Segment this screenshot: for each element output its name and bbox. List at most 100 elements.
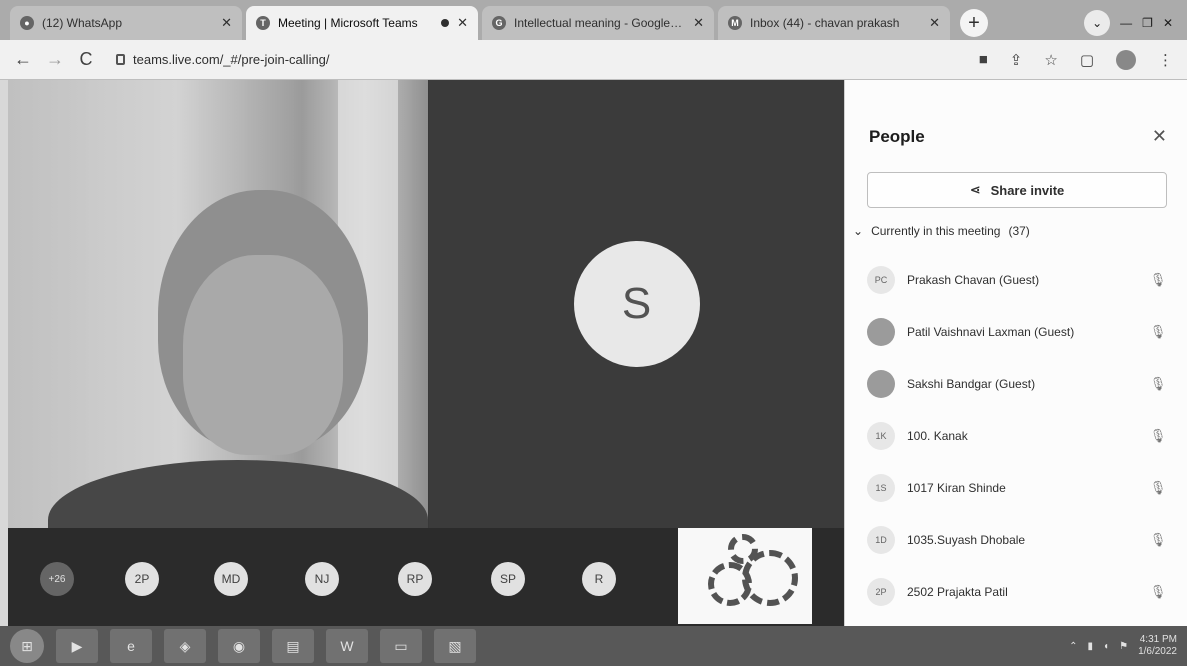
address-bar[interactable]: teams.live.com/_#/pre-join-calling/ xyxy=(110,45,963,74)
security-shield-icon[interactable]: ◈ xyxy=(164,629,206,663)
participant-avatar: 1K xyxy=(867,422,895,450)
chrome-icon[interactable]: ◉ xyxy=(218,629,260,663)
tab-whatsapp[interactable]: ● (12) WhatsApp ✕ xyxy=(10,6,242,40)
participant-name: Prakash Chavan (Guest) xyxy=(907,273,1040,287)
share-invite-button[interactable]: ⋖ Share invite xyxy=(867,172,1167,208)
participant-list: PC Prakash Chavan (Guest) 🎙︎ Patil Vaish… xyxy=(867,254,1167,618)
media-player-icon[interactable]: ▶ xyxy=(56,629,98,663)
participant-name: 100. Kanak xyxy=(907,429,968,443)
window-controls: ⌄ — ❐ ✕ xyxy=(1084,6,1187,40)
participant-avatar: 1D xyxy=(867,526,895,554)
system-tray: ⌃ ▮ ◖ ⚑ 4:31 PM 1/6/2022 xyxy=(1069,634,1187,658)
folder-icon[interactable]: ▭ xyxy=(380,629,422,663)
lock-icon xyxy=(116,54,125,65)
close-tab-icon[interactable]: ✕ xyxy=(693,15,704,31)
taskbar-clock[interactable]: 4:31 PM 1/6/2022 xyxy=(1138,634,1177,658)
more-participants-button[interactable]: +26 xyxy=(40,562,74,596)
participant-row[interactable]: Sakshi Bandgar (Guest) 🎙︎ xyxy=(867,358,1167,410)
participant-avatar xyxy=(867,318,895,346)
mic-muted-icon: 🎙︎ xyxy=(1149,272,1167,287)
participant-row[interactable]: 1K 100. Kanak 🎙︎ xyxy=(867,410,1167,462)
flag-icon[interactable]: ⚑ xyxy=(1119,641,1128,652)
close-tab-icon[interactable]: ✕ xyxy=(457,15,468,31)
participant-avatar-small[interactable]: SP xyxy=(491,562,525,596)
gear-graphic xyxy=(728,534,758,564)
participant-row[interactable]: 2P 2502 Prajakta Patil 🎙︎ xyxy=(867,566,1167,618)
tab-google-search[interactable]: G Intellectual meaning - Google Search ✕ xyxy=(482,6,714,40)
section-header-in-meeting[interactable]: ⌄ Currently in this meeting (37) xyxy=(853,224,1030,238)
forward-icon[interactable]: → xyxy=(46,49,64,70)
participants-strip: +26 2P MD NJ RP SP R xyxy=(8,528,844,626)
bookmark-star-icon[interactable]: ☆ xyxy=(1044,51,1057,69)
maximize-icon[interactable]: ❐ xyxy=(1142,16,1153,30)
reload-icon[interactable]: C xyxy=(78,49,94,70)
file-explorer-icon[interactable]: ▤ xyxy=(272,629,314,663)
participant-count: (37) xyxy=(1008,224,1030,238)
tab-title: Meeting | Microsoft Teams xyxy=(278,16,418,30)
menu-kebab-icon[interactable]: ⋮ xyxy=(1158,51,1173,69)
mic-muted-icon: 🎙︎ xyxy=(1149,532,1167,547)
clock-date: 1/6/2022 xyxy=(1138,646,1177,657)
mic-muted-icon: 🎙︎ xyxy=(1149,584,1167,599)
tab-title: Intellectual meaning - Google Search xyxy=(514,16,685,30)
toolbar-icons: ■ ⇪ ☆ ▢ ⋮ xyxy=(979,49,1173,70)
word-icon[interactable]: W xyxy=(326,629,368,663)
google-icon: G xyxy=(492,16,506,30)
shared-content-thumbnail[interactable] xyxy=(678,528,812,624)
minimize-icon[interactable]: — xyxy=(1120,16,1132,30)
whatsapp-icon: ● xyxy=(20,16,34,30)
share-invite-label: Share invite xyxy=(990,182,1065,198)
participant-name: 2502 Prajakta Patil xyxy=(907,585,1008,599)
participant-name: 1035.Suyash Dhobale xyxy=(907,533,1026,547)
teams-icon: T xyxy=(256,16,270,30)
participant-avatar-small[interactable]: R xyxy=(582,562,616,596)
mic-muted-icon: 🎙︎ xyxy=(1149,376,1167,391)
mic-muted-icon: 🎙︎ xyxy=(1149,428,1167,443)
sidebar-icon[interactable]: ▢ xyxy=(1080,51,1094,69)
participant-name: Patil Vaishnavi Laxman (Guest) xyxy=(907,325,1075,339)
participant-avatar: 1S xyxy=(867,474,895,502)
participant-avatar-small[interactable]: 2P xyxy=(125,562,159,596)
mic-muted-icon: 🎙︎ xyxy=(1149,480,1167,495)
tab-teams-meeting[interactable]: T Meeting | Microsoft Teams ✕ xyxy=(246,6,478,40)
participant-video-feed[interactable] xyxy=(8,80,428,528)
participant-avatar: PC xyxy=(867,266,895,294)
participant-name: Sakshi Bandgar (Guest) xyxy=(907,377,1036,391)
video-person-face xyxy=(183,255,343,455)
participant-avatar-small[interactable]: RP xyxy=(398,562,432,596)
close-tab-icon[interactable]: ✕ xyxy=(929,15,940,31)
people-panel-title: People xyxy=(869,126,925,146)
camera-permission-icon[interactable]: ■ xyxy=(979,51,988,68)
participant-row[interactable]: 1D 1035.Suyash Dhobale 🎙︎ xyxy=(867,514,1167,566)
section-label: Currently in this meeting xyxy=(871,224,1001,238)
share-icon[interactable]: ⇪ xyxy=(1010,51,1023,69)
mic-muted-icon: 🎙︎ xyxy=(1149,324,1167,339)
network-icon[interactable]: ▮ xyxy=(1088,641,1094,652)
profile-avatar[interactable] xyxy=(1116,49,1136,70)
close-window-icon[interactable]: ✕ xyxy=(1163,16,1173,30)
participant-avatar: 2P xyxy=(867,578,895,606)
people-panel-header: People ✕ xyxy=(869,126,1167,147)
close-tab-icon[interactable]: ✕ xyxy=(221,15,232,31)
participant-avatar-small[interactable]: MD xyxy=(214,562,248,596)
tray-arrow-icon[interactable]: ⌃ xyxy=(1069,641,1077,652)
participant-tile[interactable]: S xyxy=(429,80,844,528)
participant-row[interactable]: PC Prakash Chavan (Guest) 🎙︎ xyxy=(867,254,1167,306)
recording-indicator-icon xyxy=(441,19,450,27)
close-icon[interactable]: ✕ xyxy=(1152,126,1167,147)
back-icon[interactable]: ← xyxy=(14,49,32,70)
participant-avatar: S xyxy=(573,241,700,367)
internet-explorer-icon[interactable]: e xyxy=(110,629,152,663)
tab-gmail[interactable]: M Inbox (44) - chavan prakash ✕ xyxy=(718,6,950,40)
new-tab-button[interactable]: + xyxy=(960,9,988,37)
participant-row[interactable]: 1S 1017 Kiran Shinde 🎙︎ xyxy=(867,462,1167,514)
pdf-reader-icon[interactable]: ▧ xyxy=(434,629,476,663)
participant-row[interactable]: Patil Vaishnavi Laxman (Guest) 🎙︎ xyxy=(867,306,1167,358)
volume-icon[interactable]: ◖ xyxy=(1103,641,1109,652)
share-icon: ⋖ xyxy=(969,182,981,197)
start-menu-icon[interactable]: ⊞ xyxy=(10,629,44,663)
participant-avatar-small[interactable]: NJ xyxy=(305,562,339,596)
url-text: teams.live.com/_#/pre-join-calling/ xyxy=(133,52,330,67)
tab-search-icon[interactable]: ⌄ xyxy=(1084,10,1111,36)
participant-name: 1017 Kiran Shinde xyxy=(907,481,1006,495)
